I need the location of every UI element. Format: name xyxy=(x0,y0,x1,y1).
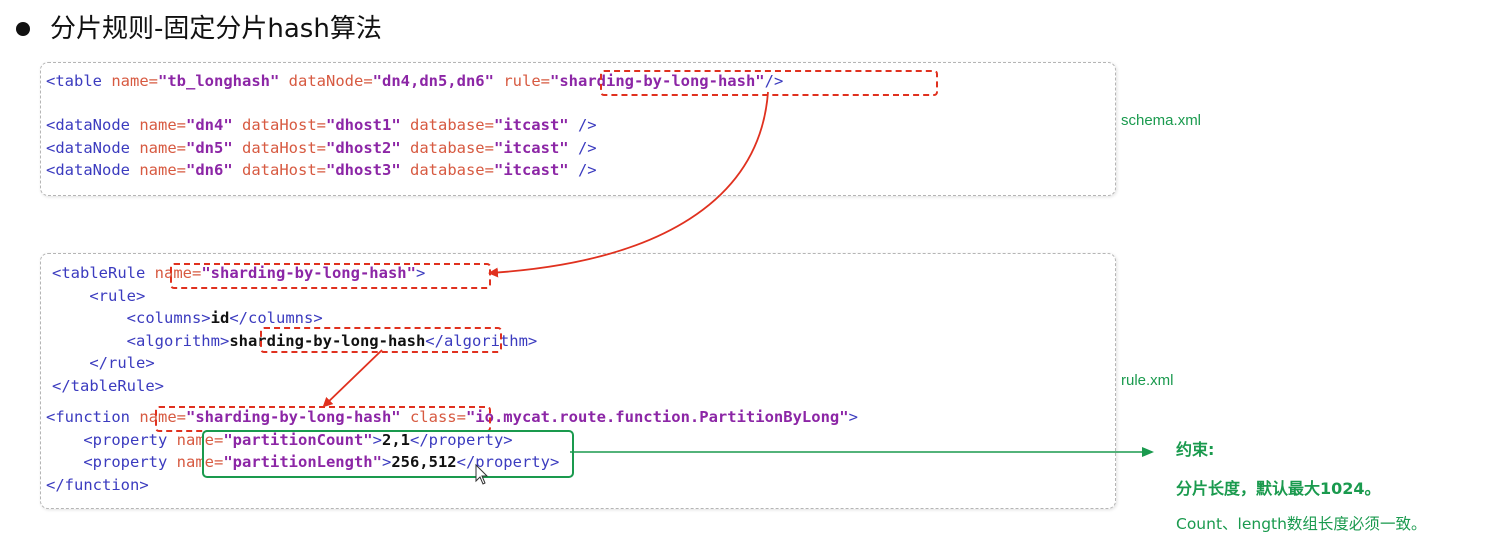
constraint-heading: 约束: xyxy=(1176,440,1215,459)
rule-to-tablerule-arrow xyxy=(488,91,769,278)
mouse-cursor-icon xyxy=(475,463,489,485)
constraint-line-2: Count、length数组长度必须一致。 xyxy=(1176,515,1427,533)
constraint-line-1: 分片长度，默认最大1024。 xyxy=(1176,479,1381,498)
algorithm-to-function-arrow xyxy=(322,349,383,408)
